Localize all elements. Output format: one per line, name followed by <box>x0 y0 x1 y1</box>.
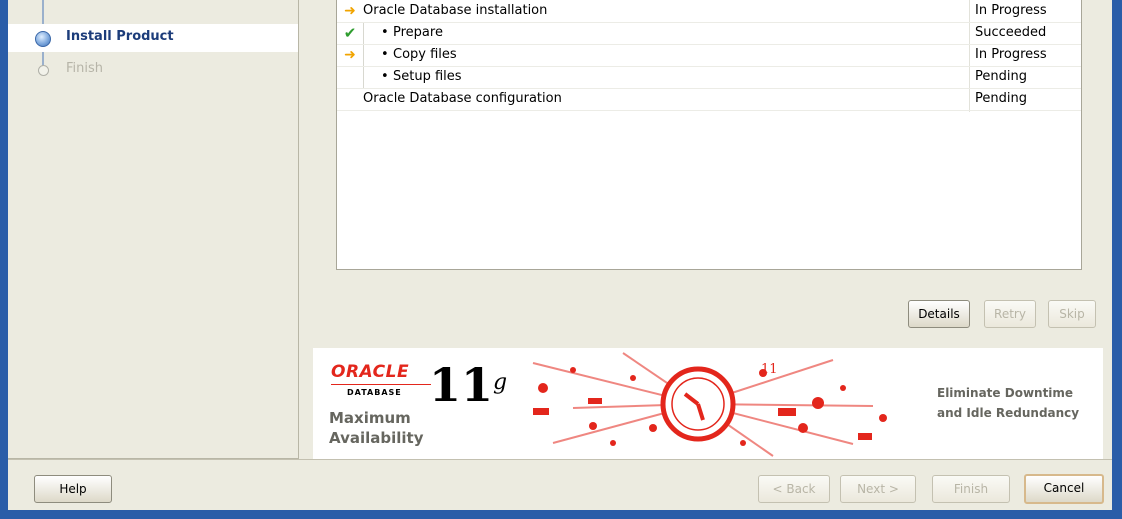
step-label: Install Product <box>66 29 174 44</box>
table-row[interactable]: ➜ • Copy files In Progress <box>337 44 1081 67</box>
footer-separator <box>8 459 1112 460</box>
task-status: In Progress <box>975 47 1047 62</box>
version-number: 11g <box>429 362 507 408</box>
arrow-right-icon: ➜ <box>344 47 356 63</box>
back-button[interactable]: < Back <box>758 475 830 503</box>
task-name: Oracle Database installation <box>363 3 548 18</box>
pending-step-icon <box>38 65 49 76</box>
arrow-right-icon: ➜ <box>344 3 356 19</box>
table-row[interactable]: Oracle Database configuration Pending <box>337 88 1081 111</box>
oracle-logo: ORACLE <box>331 362 410 382</box>
clock-burst-graphic: 11 <box>532 352 887 457</box>
subtitle-line: Maximum <box>329 409 411 427</box>
window-border-left <box>0 0 8 519</box>
table-row[interactable]: ✔ • Prepare Succeeded <box>337 22 1081 45</box>
task-name: Copy files <box>393 47 457 62</box>
task-status: In Progress <box>975 3 1047 18</box>
help-button[interactable]: Help <box>34 475 112 503</box>
skip-button[interactable]: Skip <box>1048 300 1096 328</box>
task-bullet: • <box>381 69 389 84</box>
finish-button[interactable]: Finish <box>932 475 1010 503</box>
task-status: Pending <box>975 69 1027 84</box>
product-name: DATABASE <box>347 388 402 397</box>
logo-underline <box>331 384 431 385</box>
progress-table: ➜ Oracle Database installation In Progre… <box>336 0 1082 270</box>
step-label: Finish <box>66 61 104 76</box>
checkmark-icon: ✔ <box>343 24 357 42</box>
table-row[interactable]: • Setup files Pending <box>337 66 1081 89</box>
task-bullet: • <box>381 47 389 62</box>
task-name: Oracle Database configuration <box>363 91 562 106</box>
version-major: 11 <box>429 358 494 412</box>
retry-button[interactable]: Retry <box>984 300 1036 328</box>
task-name: Prepare <box>393 25 443 40</box>
details-button[interactable]: Details <box>908 300 970 328</box>
wizard-steps-panel: Install Product Finish <box>8 0 299 459</box>
window-border-bottom <box>0 510 1122 519</box>
banner-tagline: Eliminate Downtime and Idle Redundancy <box>937 383 1079 423</box>
table-row[interactable]: ➜ Oracle Database installation In Progre… <box>337 0 1081 23</box>
version-suffix: g <box>493 370 508 395</box>
task-status: Succeeded <box>975 25 1047 40</box>
step-install-product[interactable]: Install Product <box>8 24 298 52</box>
banner-subtitle: Maximum Availability <box>329 408 424 448</box>
next-button[interactable]: Next > <box>840 475 916 503</box>
svg-text:11: 11 <box>761 362 778 377</box>
task-name: Setup files <box>393 69 462 84</box>
tagline-line: and Idle Redundancy <box>937 406 1080 420</box>
task-bullet: • <box>381 25 389 40</box>
cancel-button[interactable]: Cancel <box>1024 474 1104 504</box>
current-step-icon <box>35 31 51 47</box>
tagline-line: Eliminate Downtime <box>937 386 1074 400</box>
task-status: Pending <box>975 91 1027 106</box>
subtitle-line: Availability <box>329 429 424 447</box>
oracle-banner: ORACLE DATABASE 11g Maximum Availability… <box>313 348 1103 460</box>
window-border-right <box>1112 0 1122 519</box>
step-finish: Finish <box>8 56 298 84</box>
